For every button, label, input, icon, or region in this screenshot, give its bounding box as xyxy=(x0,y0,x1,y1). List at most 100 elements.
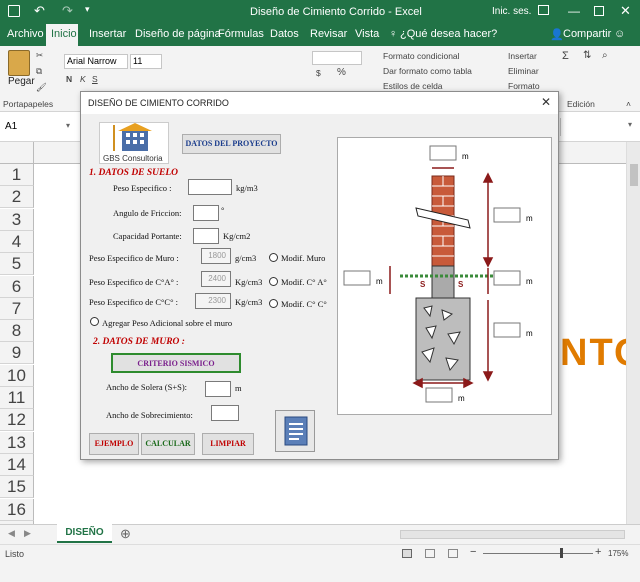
page-break-view-icon[interactable] xyxy=(448,549,458,558)
share-button[interactable]: Compartir xyxy=(563,28,611,40)
close-window-icon[interactable]: ✕ xyxy=(620,3,631,19)
sheet-tab-diseno[interactable]: DISEÑO xyxy=(57,524,112,543)
vertical-scrollbar[interactable] xyxy=(626,142,640,524)
tab-revisar[interactable]: Revisar xyxy=(310,28,347,40)
horizontal-scrollbar[interactable] xyxy=(400,530,625,539)
row-header[interactable]: 6 xyxy=(0,275,34,298)
redo-icon[interactable]: ↷ xyxy=(62,3,73,19)
tab-diseno-pagina[interactable]: Diseño de página xyxy=(135,28,221,40)
peso-muro-input[interactable]: 1800 xyxy=(201,248,231,264)
ancho-sobrecimiento-input[interactable] xyxy=(211,405,239,421)
number-format-select[interactable] xyxy=(312,51,362,65)
peso-especifico-input[interactable] xyxy=(188,179,232,195)
row-header[interactable]: 8 xyxy=(0,320,34,343)
page-layout-view-icon[interactable] xyxy=(425,549,435,558)
zoom-out-icon[interactable]: − xyxy=(470,546,476,558)
row-header[interactable]: 11 xyxy=(0,387,34,409)
row-header[interactable]: 4 xyxy=(0,230,34,253)
row-header[interactable]: 1 xyxy=(0,164,34,186)
percent-icon[interactable]: % xyxy=(337,67,346,78)
save-icon[interactable] xyxy=(8,5,20,17)
name-box-dropdown-icon[interactable]: ▾ xyxy=(66,121,70,130)
find-icon[interactable]: ⌕ xyxy=(602,50,608,61)
account-signin[interactable]: Inic. ses. xyxy=(492,6,531,17)
row-header[interactable]: 2 xyxy=(0,186,34,209)
modif-muro-radio[interactable] xyxy=(269,253,278,262)
tell-me-box[interactable]: ¿Qué desea hacer? xyxy=(400,28,497,40)
zoom-in-icon[interactable]: + xyxy=(595,546,601,558)
zoom-slider-thumb[interactable] xyxy=(560,548,563,558)
underline-icon[interactable]: S xyxy=(92,74,98,84)
smiley-icon[interactable]: ☺ xyxy=(614,28,625,40)
autosum-icon[interactable]: Σ xyxy=(562,50,569,62)
ancho-solera-input[interactable] xyxy=(205,381,231,397)
collapse-ribbon-icon[interactable]: ˄ xyxy=(626,99,631,109)
peso-ca-input[interactable]: 2400 xyxy=(201,271,231,287)
paste-icon[interactable] xyxy=(8,50,30,76)
label-capacidad: Capacidad Portante: xyxy=(113,231,182,241)
delete-cells-button[interactable]: Eliminar xyxy=(508,66,539,76)
normal-view-icon[interactable] xyxy=(402,549,412,558)
format-as-table-button[interactable]: Dar formato como tabla xyxy=(383,66,472,76)
cut-icon[interactable]: ✂ xyxy=(36,50,43,61)
row-header[interactable]: 12 xyxy=(0,409,34,432)
customize-qat-icon[interactable]: ▾ xyxy=(85,4,90,15)
currency-icon[interactable]: $ xyxy=(316,68,321,78)
scrollbar-thumb[interactable] xyxy=(630,164,638,186)
row-header[interactable]: 9 xyxy=(0,342,34,365)
tab-insertar[interactable]: Insertar xyxy=(89,28,126,40)
calcular-button[interactable]: CALCULAR xyxy=(141,433,195,455)
row-header[interactable]: 3 xyxy=(0,208,34,231)
format-painter-icon[interactable]: 🖌 xyxy=(36,82,47,93)
dialog-close-icon[interactable]: ✕ xyxy=(541,95,551,109)
row-header[interactable]: 16 xyxy=(0,498,34,521)
report-button[interactable] xyxy=(275,410,315,452)
capacidad-input[interactable] xyxy=(193,228,219,244)
zoom-slider[interactable] xyxy=(483,553,593,554)
select-all-corner[interactable] xyxy=(0,142,34,164)
building-logo-icon xyxy=(113,123,152,151)
name-box[interactable]: A1 xyxy=(5,121,17,132)
next-sheet-icon[interactable]: ▶ xyxy=(24,528,31,539)
limpiar-button[interactable]: LIMPIAR xyxy=(202,433,254,455)
prev-sheet-icon[interactable]: ◀ xyxy=(8,528,15,539)
sort-filter-icon[interactable]: ⇅ xyxy=(583,50,591,61)
criterio-sismico-button[interactable]: CRITERIO SISMICO xyxy=(111,353,241,373)
row-header[interactable]: 10 xyxy=(0,364,34,387)
insert-cells-button[interactable]: Insertar xyxy=(508,51,537,61)
tab-archivo[interactable]: Archivo xyxy=(7,28,44,40)
expand-formula-icon[interactable]: ▾ xyxy=(628,120,632,129)
maximize-icon[interactable] xyxy=(594,6,604,16)
add-sheet-icon[interactable]: ⊕ xyxy=(120,526,131,542)
undo-icon[interactable]: ↶ xyxy=(34,3,45,19)
bold-icon[interactable]: N xyxy=(66,74,72,84)
row-header[interactable]: 7 xyxy=(0,297,34,320)
row-header[interactable]: 13 xyxy=(0,431,34,454)
angulo-input[interactable] xyxy=(193,205,219,221)
modif-cc-radio[interactable] xyxy=(269,299,278,308)
formula-input[interactable] xyxy=(560,118,624,136)
conditional-format-button[interactable]: Formato condicional xyxy=(383,51,460,61)
ribbon-display-icon[interactable] xyxy=(538,5,549,15)
cell-styles-button[interactable]: Estilos de celda xyxy=(383,81,443,91)
tab-inicio[interactable]: Inicio xyxy=(51,28,77,40)
row-header[interactable]: 5 xyxy=(0,253,34,276)
zoom-level[interactable]: 175% xyxy=(608,549,628,558)
ejemplo-button[interactable]: EJEMPLO xyxy=(89,433,139,455)
copy-icon[interactable]: ⧉ xyxy=(36,66,42,77)
modif-ca-radio[interactable] xyxy=(269,277,278,286)
peso-cc-input[interactable]: 2300 xyxy=(195,293,231,309)
format-cells-button[interactable]: Formato xyxy=(508,81,540,91)
row-header[interactable]: 15 xyxy=(0,476,34,499)
tab-vista[interactable]: Vista xyxy=(355,28,379,40)
minimize-icon[interactable]: — xyxy=(568,4,580,18)
font-name-select[interactable]: Arial Narrow xyxy=(64,54,128,69)
peso-adicional-radio[interactable] xyxy=(90,317,99,326)
tab-formulas[interactable]: Fórmulas xyxy=(218,28,264,40)
italic-icon[interactable]: K xyxy=(80,74,86,84)
row-header[interactable]: 14 xyxy=(0,453,34,476)
font-size-select[interactable]: 11 xyxy=(130,54,162,69)
project-data-button[interactable]: DATOS DEL PROYECTO xyxy=(182,134,281,154)
paste-button[interactable]: Pegar xyxy=(8,76,35,87)
tab-datos[interactable]: Datos xyxy=(270,28,299,40)
